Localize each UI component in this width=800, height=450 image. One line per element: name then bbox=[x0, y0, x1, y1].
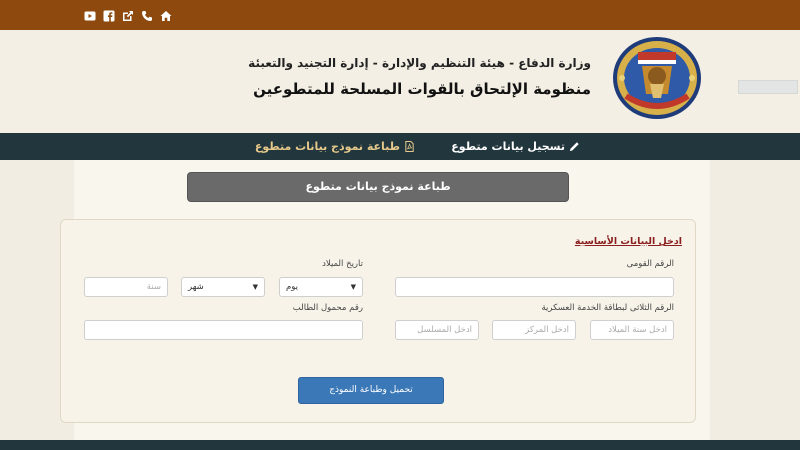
external-link-icon[interactable] bbox=[122, 7, 134, 21]
ministry-line: وزارة الدفاع - هيئة التنظيم والإدارة - إ… bbox=[248, 56, 591, 70]
birthdate-label: تاريخ الميلاد bbox=[322, 259, 363, 269]
nav-register-volunteer[interactable]: تسجيل بيانات متطوع bbox=[451, 140, 580, 153]
chevron-down-icon: ▼ bbox=[252, 283, 258, 291]
birth-day-value: يوم bbox=[286, 282, 299, 292]
pdf-file-icon bbox=[405, 141, 414, 152]
nav-print-label: طباعة نموذج بيانات متطوع bbox=[254, 140, 400, 153]
national-id-input[interactable] bbox=[395, 277, 674, 297]
facebook-icon[interactable] bbox=[103, 7, 115, 22]
youtube-icon[interactable] bbox=[84, 7, 96, 21]
birth-day-select[interactable]: ▼ يوم bbox=[279, 277, 363, 297]
card-center-input[interactable] bbox=[492, 320, 576, 340]
chevron-down-icon: ▼ bbox=[350, 283, 356, 291]
faded-badge bbox=[738, 80, 798, 94]
nav-print-form[interactable]: طباعة نموذج بيانات متطوع bbox=[255, 140, 415, 153]
birth-month-value: شهر bbox=[188, 282, 204, 292]
top-bar bbox=[0, 0, 800, 30]
page-banner: طباعة نموذج بيانات متطوع bbox=[187, 172, 569, 202]
home-icon[interactable] bbox=[160, 7, 172, 21]
footer-bar bbox=[0, 440, 800, 450]
top-icons bbox=[84, 7, 172, 22]
card-serial-input[interactable] bbox=[395, 320, 479, 340]
pencil-icon bbox=[569, 142, 579, 152]
nav-register-label: تسجيل بيانات متطوع bbox=[451, 140, 565, 153]
recruitment-logo bbox=[613, 37, 701, 119]
download-print-button[interactable]: تحميل وطباعة النموذج bbox=[298, 377, 444, 404]
military-card-label: الرقم الثلاثى لبطاقة الخدمة العسكرية bbox=[541, 303, 675, 313]
mobile-label: رقم محمول الطالب bbox=[292, 303, 363, 313]
birth-year-input[interactable] bbox=[84, 277, 168, 297]
phone-icon[interactable] bbox=[141, 7, 153, 21]
section-title: ادخل البيانات الأساسية bbox=[574, 236, 682, 247]
main-nav: تسجيل بيانات متطوع طباعة نموذج بيانات مت… bbox=[0, 133, 800, 160]
birth-month-select[interactable]: ▼ شهر bbox=[181, 277, 265, 297]
mobile-input[interactable] bbox=[84, 320, 363, 340]
national-id-label: الرقم القومى bbox=[626, 259, 674, 269]
system-title: منظومة الإلتحاق بالقوات المسلحة للمتطوعي… bbox=[253, 80, 591, 98]
card-birth-year-input[interactable] bbox=[590, 320, 674, 340]
